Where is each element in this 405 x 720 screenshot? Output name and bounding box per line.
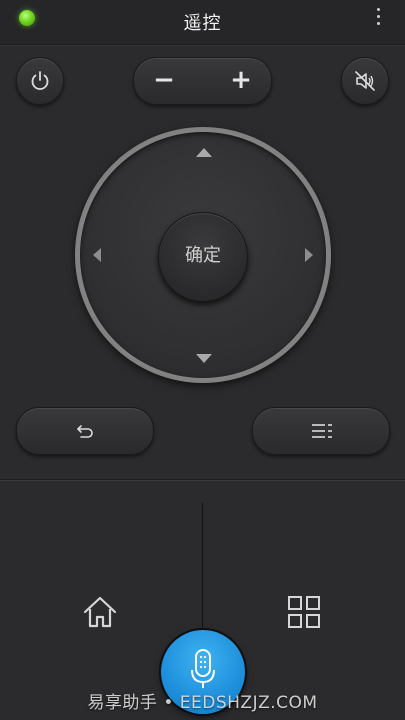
apps-button[interactable] xyxy=(284,592,324,632)
volume-control: − + xyxy=(133,57,272,105)
header-bar: 遥控 xyxy=(0,0,405,45)
menu-button[interactable] xyxy=(252,407,390,455)
dpad-up-button[interactable] xyxy=(196,148,212,157)
mute-icon xyxy=(355,71,375,91)
dpad-right-button[interactable] xyxy=(305,248,313,262)
home-icon xyxy=(83,596,117,628)
power-icon xyxy=(31,71,49,90)
volume-up-button[interactable]: + xyxy=(211,58,271,104)
dpad-down-button[interactable] xyxy=(196,354,212,363)
ok-button[interactable]: 确定 xyxy=(158,212,248,302)
remote-screen: 遥控 − + 确定 易享助手 • EEDSHZJZ.COM xyxy=(0,0,405,720)
section-divider xyxy=(0,479,405,480)
volume-down-button[interactable]: − xyxy=(134,58,194,104)
home-button[interactable] xyxy=(80,592,120,632)
apps-grid-icon xyxy=(288,596,320,628)
more-vertical-icon[interactable] xyxy=(375,8,381,30)
mute-button[interactable] xyxy=(341,57,389,105)
page-title: 遥控 xyxy=(183,13,222,34)
menu-icon xyxy=(312,424,332,438)
back-button[interactable] xyxy=(16,407,154,455)
power-button[interactable] xyxy=(16,57,64,105)
watermark-text: 易享助手 • EEDSHZJZ.COM xyxy=(87,693,318,713)
back-icon xyxy=(77,425,93,438)
dpad-left-button[interactable] xyxy=(93,248,101,262)
